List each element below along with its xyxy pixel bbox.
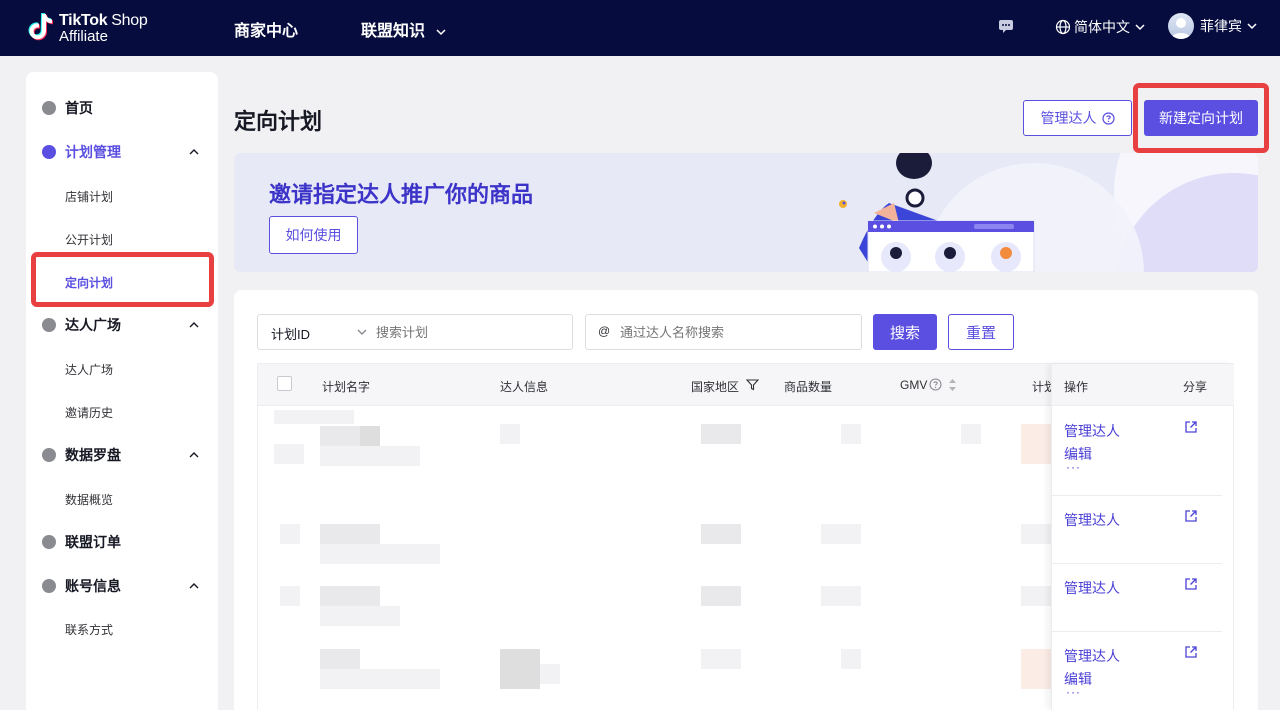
column-header-product-count: 商品数量 bbox=[784, 380, 833, 394]
page-title: 定向计划 bbox=[234, 109, 323, 134]
chat-icon bbox=[999, 20, 1013, 33]
sidebar-item-contact[interactable]: 联系方式 bbox=[65, 621, 113, 638]
avatar bbox=[1168, 13, 1194, 39]
creator-search-input[interactable] bbox=[620, 321, 850, 343]
tiktok-logo-icon bbox=[28, 13, 53, 41]
language-selector[interactable]: 简体中文 bbox=[1055, 17, 1146, 37]
logo-subtext: Affiliate bbox=[59, 28, 108, 45]
external-link-icon[interactable] bbox=[1184, 509, 1198, 523]
highlight-new-plan-button bbox=[1133, 83, 1269, 153]
globe-icon bbox=[1055, 19, 1071, 35]
column-header-creator-info: 达人信息 bbox=[500, 380, 549, 394]
external-link-icon[interactable] bbox=[1184, 577, 1198, 591]
plan-search-input[interactable] bbox=[376, 321, 566, 343]
column-header-plan-name: 计划名字 bbox=[322, 380, 371, 394]
more-actions-button[interactable]: ··· bbox=[1066, 685, 1081, 699]
column-header-country: 国家地区 bbox=[691, 380, 740, 394]
manage-creators-link[interactable]: 管理达人 bbox=[1064, 510, 1120, 530]
chevron-up-icon bbox=[189, 583, 199, 589]
compass-icon bbox=[42, 448, 56, 462]
row-divider bbox=[1052, 495, 1222, 496]
sidebar-item-data-overview[interactable]: 数据概览 bbox=[65, 491, 113, 508]
help-icon bbox=[1101, 111, 1115, 125]
banner-illustration bbox=[839, 153, 1258, 272]
plan-search-group: 计划ID bbox=[257, 314, 573, 350]
at-icon: @ bbox=[598, 324, 611, 338]
chevron-up-icon bbox=[189, 322, 199, 328]
top-navigation-bar: TikTok Shop Affiliate 商家中心 联盟知识 简体中文 菲律宾 bbox=[0, 0, 1280, 56]
sidebar-item-store-plan[interactable]: 店铺计划 bbox=[65, 188, 113, 205]
sidebar-item-public-plan[interactable]: 公开计划 bbox=[65, 231, 113, 248]
sidebar-group-creator-marketplace[interactable]: 达人广场 bbox=[26, 310, 218, 340]
help-icon[interactable] bbox=[929, 378, 942, 391]
external-link-icon[interactable] bbox=[1184, 645, 1198, 659]
external-link-icon[interactable] bbox=[1184, 420, 1198, 434]
chevron-down-icon bbox=[357, 329, 367, 335]
tiktok-shop-affiliate-logo[interactable]: TikTok Shop Affiliate bbox=[28, 10, 158, 46]
plan-icon bbox=[42, 145, 56, 159]
row-divider bbox=[1052, 563, 1222, 564]
plan-field-select[interactable]: 计划ID bbox=[258, 315, 368, 349]
reset-button[interactable]: 重置 bbox=[948, 314, 1014, 350]
creator-search-group: @ bbox=[585, 314, 862, 350]
sidebar-item-creator-marketplace[interactable]: 达人广场 bbox=[65, 361, 113, 378]
sidebar-group-account-info[interactable]: 账号信息 bbox=[26, 571, 218, 601]
home-icon bbox=[42, 101, 56, 115]
sidebar: 首页 计划管理 店铺计划 公开计划 定向计划 达人广场 达人广场 邀请历史 数据… bbox=[26, 72, 218, 710]
search-button[interactable]: 搜索 bbox=[873, 314, 937, 350]
nav-merchant-center[interactable]: 商家中心 bbox=[234, 17, 298, 41]
chevron-down-icon bbox=[1135, 24, 1145, 31]
user-icon bbox=[1171, 18, 1191, 39]
user-menu[interactable]: 菲律宾 bbox=[1168, 13, 1258, 39]
sort-icon[interactable] bbox=[948, 378, 957, 392]
search-icon bbox=[42, 318, 56, 332]
select-all-checkbox[interactable] bbox=[277, 376, 292, 391]
manage-creators-link[interactable]: 管理达人 bbox=[1064, 578, 1120, 598]
orders-icon bbox=[42, 535, 56, 549]
manage-creators-button[interactable]: 管理达人 bbox=[1023, 100, 1132, 136]
chevron-down-icon bbox=[436, 29, 446, 35]
sidebar-group-data-compass[interactable]: 数据罗盘 bbox=[26, 440, 218, 470]
sidebar-item-home[interactable]: 首页 bbox=[26, 93, 218, 123]
more-actions-button[interactable]: ··· bbox=[1066, 460, 1081, 474]
account-icon bbox=[42, 579, 56, 593]
actions-header: 操作 分享 bbox=[1052, 364, 1234, 406]
row-divider bbox=[1052, 631, 1222, 632]
chevron-up-icon bbox=[189, 149, 199, 155]
filter-icon[interactable] bbox=[746, 378, 759, 391]
promo-banner: 邀请指定达人推广你的商品 如何使用 bbox=[234, 153, 1258, 272]
chevron-down-icon bbox=[1247, 23, 1257, 30]
column-header-gmv: GMV bbox=[900, 378, 928, 392]
manage-creators-link[interactable]: 管理达人 bbox=[1064, 646, 1120, 666]
sidebar-item-affiliate-orders[interactable]: 联盟订单 bbox=[26, 527, 218, 557]
column-header-actions: 操作 bbox=[1064, 380, 1089, 394]
column-header-share: 分享 bbox=[1183, 380, 1208, 394]
actions-column: 操作 分享 管理达人 编辑 ··· 管理达人 管理达人 管理达人 编辑 ··· bbox=[1051, 364, 1234, 710]
sidebar-item-invite-history[interactable]: 邀请历史 bbox=[65, 404, 113, 421]
messages-button[interactable] bbox=[997, 17, 1015, 35]
sidebar-group-plan-management[interactable]: 计划管理 bbox=[26, 137, 218, 167]
highlight-targeted-plan bbox=[31, 252, 214, 307]
manage-creators-link[interactable]: 管理达人 bbox=[1064, 421, 1120, 441]
chevron-up-icon bbox=[189, 452, 199, 458]
nav-affiliate-knowledge[interactable]: 联盟知识 bbox=[361, 17, 447, 41]
